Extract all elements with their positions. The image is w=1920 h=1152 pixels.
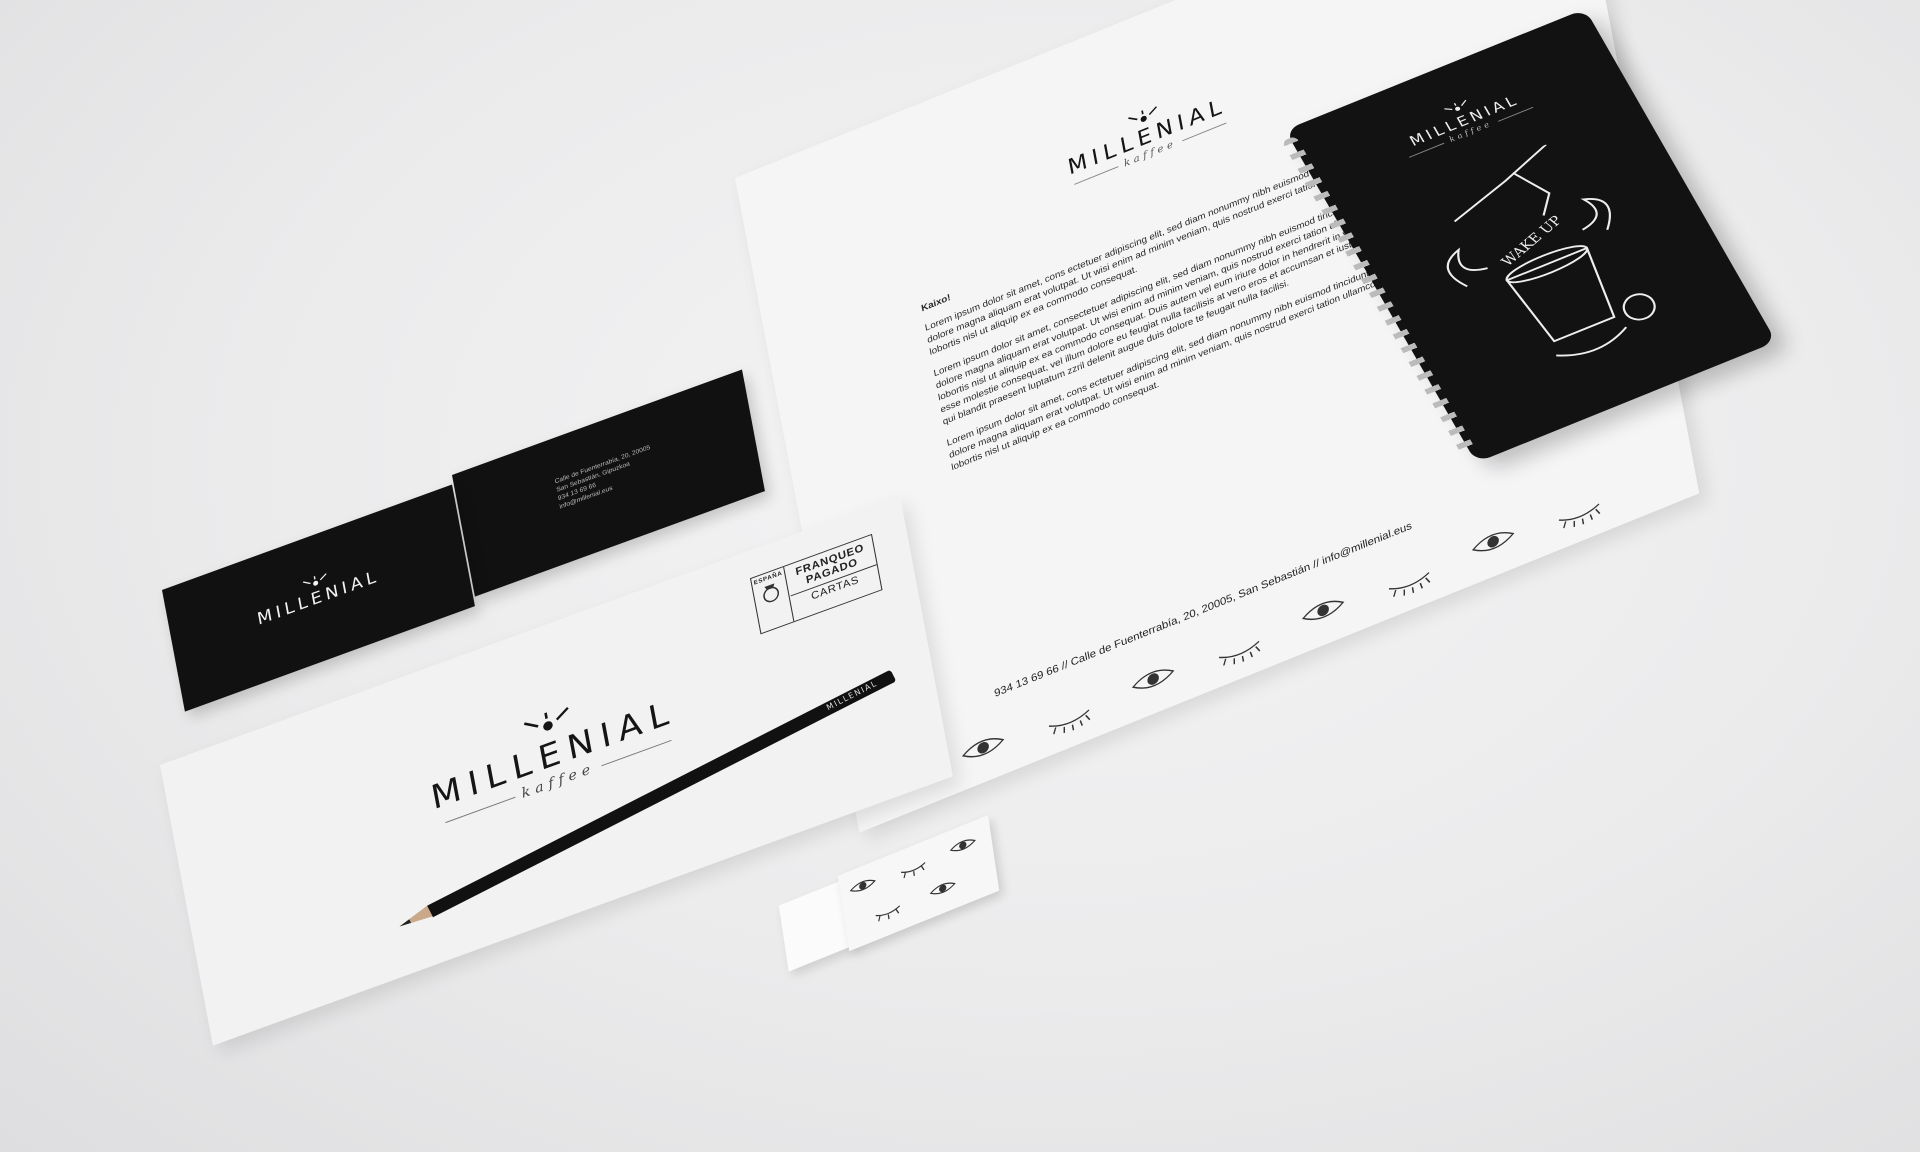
eraser	[778, 815, 1000, 975]
brand-wordmark: MILLENIAL	[1066, 93, 1229, 181]
eraser-sleeve	[838, 815, 1000, 952]
brand-wordmark: MILLENIAL	[428, 691, 679, 818]
postage-stamp: ESPAÑA FRANQUEO PAGADO CARTAS	[749, 533, 883, 635]
card-contact-block: Calle de Fuenterrabía, 20, 20005 San Seb…	[554, 443, 656, 511]
envelope-logo: MILLENIAL kaffee	[385, 652, 720, 847]
coffee-cup-illustration-icon: WAKE UP	[1446, 143, 1656, 357]
stamp-lines: FRANQUEO PAGADO CARTAS	[786, 539, 880, 610]
letterhead-logo: MILLENIAL kaffee	[1042, 68, 1252, 199]
card-logo: MILLENIAL	[214, 538, 420, 644]
brand-wordmark: MILLENIAL	[255, 566, 382, 630]
eye-pattern-icon	[961, 503, 1601, 758]
brand-wordmark: MILLENIAL	[1406, 91, 1523, 150]
eye-pattern-footer	[948, 449, 1659, 788]
eye-pattern-icon	[849, 839, 976, 922]
